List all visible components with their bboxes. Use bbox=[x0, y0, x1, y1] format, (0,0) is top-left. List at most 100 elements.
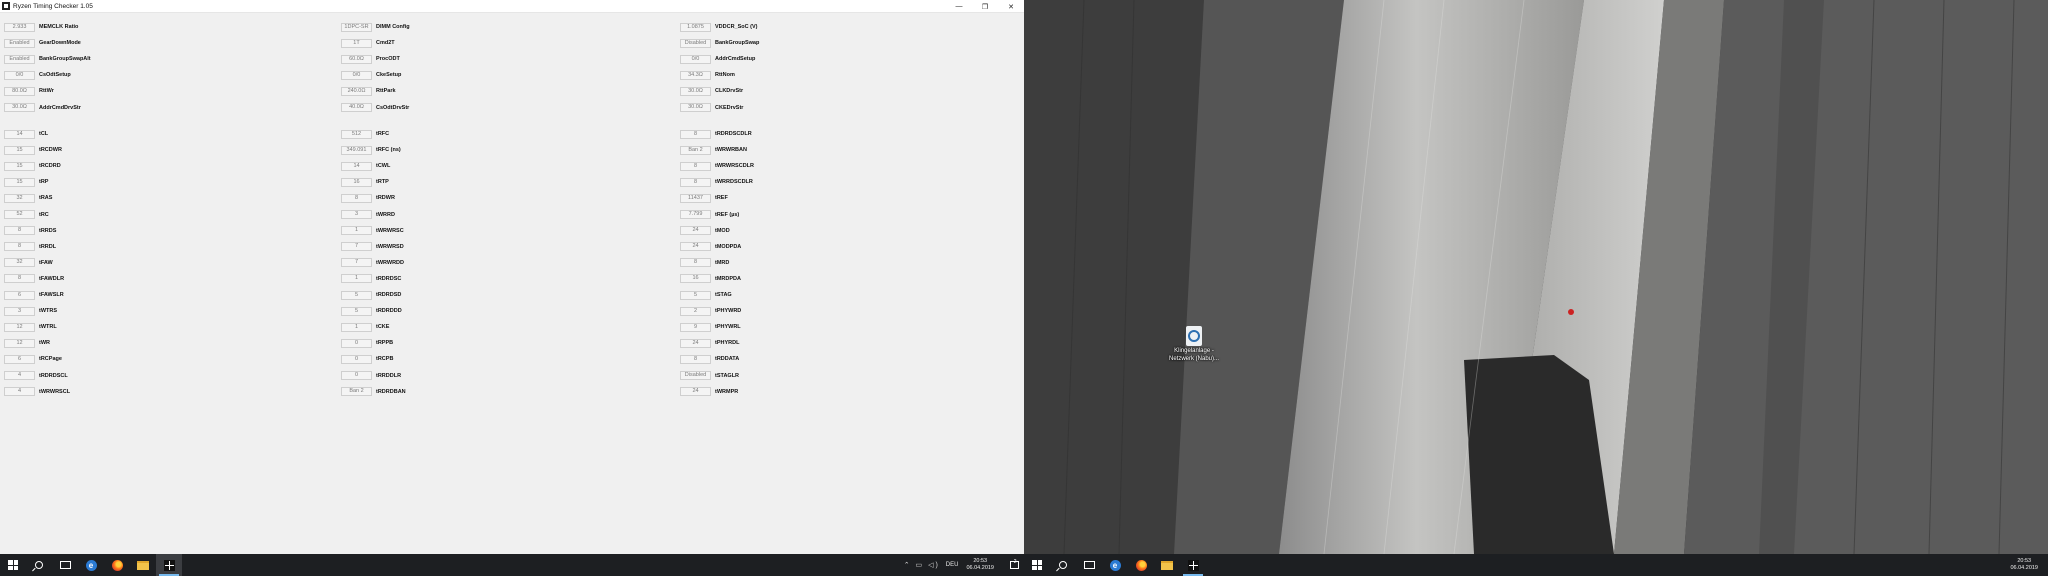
taskbar-explorer-2[interactable] bbox=[1154, 554, 1180, 576]
timing-value-field[interactable]: 2 bbox=[680, 306, 711, 316]
close-button[interactable]: ✕ bbox=[998, 0, 1024, 13]
timing-value-field[interactable]: 15 bbox=[4, 161, 35, 171]
timing-value-field[interactable]: Disabled bbox=[680, 371, 711, 381]
maximize-button[interactable]: ❐ bbox=[972, 0, 998, 13]
timing-value-field[interactable]: 32 bbox=[4, 258, 35, 268]
timing-value-field[interactable]: 60.0Ω bbox=[341, 54, 372, 64]
taskbar-edge[interactable]: e bbox=[78, 554, 104, 576]
timing-value-field[interactable]: 7 bbox=[341, 258, 372, 268]
timing-value-field[interactable]: 52 bbox=[4, 210, 35, 220]
timing-label: tFAWSLR bbox=[39, 292, 64, 299]
timing-value-field[interactable]: Ban 2 bbox=[341, 387, 372, 397]
timing-value-field[interactable]: 0/0 bbox=[341, 70, 372, 80]
timing-value-field[interactable]: 5 bbox=[680, 290, 711, 300]
timing-row: 14 tCL bbox=[4, 126, 91, 142]
timing-value-field[interactable]: 24 bbox=[680, 387, 711, 397]
timing-value-field[interactable]: Ban 2 bbox=[680, 145, 711, 155]
timing-value-field[interactable]: 24 bbox=[680, 242, 711, 252]
taskbar-ryzen-timing-checker-2[interactable] bbox=[1180, 554, 1206, 576]
timing-value-field[interactable]: 30.0Ω bbox=[680, 103, 711, 113]
timing-value-field[interactable]: 1DPC-SR bbox=[341, 22, 372, 32]
timing-label: DIMM Config bbox=[376, 24, 410, 31]
timing-value-field[interactable]: 240.0Ω bbox=[341, 86, 372, 96]
timing-value-field[interactable]: 11437 bbox=[680, 193, 711, 203]
taskbar-ryzen-timing-checker[interactable] bbox=[156, 554, 182, 576]
timing-value-field[interactable]: 16 bbox=[341, 177, 372, 187]
search-button-2[interactable] bbox=[1050, 554, 1076, 576]
timing-value-field[interactable]: 8 bbox=[680, 129, 711, 139]
taskbar-explorer[interactable] bbox=[130, 554, 156, 576]
timing-value-field[interactable]: 14 bbox=[341, 161, 372, 171]
timing-value-field[interactable]: 5 bbox=[341, 290, 372, 300]
task-view-button-2[interactable] bbox=[1076, 554, 1102, 576]
timing-value-field[interactable]: 15 bbox=[4, 177, 35, 187]
desktop-shortcut[interactable]: Klingelanlage - Netzwerk (Nabu)... bbox=[1164, 326, 1224, 363]
timing-value-field[interactable]: 12 bbox=[4, 322, 35, 332]
timing-value-field[interactable]: 3 bbox=[4, 306, 35, 316]
timing-value-field[interactable]: 0/0 bbox=[680, 54, 711, 64]
timing-value-field[interactable]: 512 bbox=[341, 129, 372, 139]
timing-value-field[interactable]: 1 bbox=[341, 322, 372, 332]
timing-value-field[interactable]: 0 bbox=[341, 354, 372, 364]
taskbar-edge-2[interactable]: e bbox=[1102, 554, 1128, 576]
timing-value-field[interactable]: 40.0Ω bbox=[341, 103, 372, 113]
windows-icon bbox=[8, 560, 18, 570]
timing-value-field[interactable]: 8 bbox=[680, 258, 711, 268]
timing-value-field[interactable]: Disabled bbox=[680, 38, 711, 48]
timing-value-field[interactable]: 8 bbox=[680, 161, 711, 171]
minimize-button[interactable]: — bbox=[946, 0, 972, 13]
timing-value-field[interactable]: 24 bbox=[680, 338, 711, 348]
timing-value-field[interactable]: 30.0Ω bbox=[4, 103, 35, 113]
clock[interactable]: 20:53 06.04.2019 bbox=[966, 558, 994, 572]
input-language[interactable]: DEU bbox=[946, 562, 959, 568]
task-view-button[interactable] bbox=[52, 554, 78, 576]
timing-value-field[interactable]: 0 bbox=[341, 371, 372, 381]
timing-value-field[interactable]: 24 bbox=[680, 226, 711, 236]
timing-value-field[interactable]: 12 bbox=[4, 338, 35, 348]
search-button[interactable] bbox=[26, 554, 52, 576]
timing-value-field[interactable]: 80.0Ω bbox=[4, 86, 35, 96]
timing-value-field[interactable]: 8 bbox=[341, 193, 372, 203]
taskbar-firefox[interactable] bbox=[104, 554, 130, 576]
timing-row: 32 tRAS bbox=[4, 190, 91, 206]
timing-value-field[interactable]: 1.0875 bbox=[680, 22, 711, 32]
timing-value-field[interactable]: 8 bbox=[4, 226, 35, 236]
timing-value-field[interactable]: 3 bbox=[341, 210, 372, 220]
timing-value-field[interactable]: 4 bbox=[4, 387, 35, 397]
timing-value-field[interactable]: 7 bbox=[341, 242, 372, 252]
tray-icons[interactable]: ⌃ ▭ ◁) bbox=[904, 561, 940, 569]
timing-value-field[interactable]: 1 bbox=[341, 274, 372, 284]
system-tray-2: 20:53 06.04.2019 bbox=[2010, 554, 2048, 576]
timing-value-field[interactable]: Enabled bbox=[4, 54, 35, 64]
title-bar[interactable]: Ryzen Timing Checker 1.05 — ❐ ✕ bbox=[0, 0, 1024, 13]
timing-value-field[interactable]: 32 bbox=[4, 193, 35, 203]
timing-value-field[interactable]: 8 bbox=[4, 242, 35, 252]
timing-value-field[interactable]: 1T bbox=[341, 38, 372, 48]
timing-value-field[interactable]: 8 bbox=[680, 177, 711, 187]
timing-value-field[interactable]: 5 bbox=[341, 306, 372, 316]
timing-value-field[interactable]: 8 bbox=[680, 354, 711, 364]
timing-value-field[interactable]: 4 bbox=[4, 371, 35, 381]
timing-value-field[interactable]: 8 bbox=[4, 274, 35, 284]
timing-value-field[interactable]: 14 bbox=[4, 129, 35, 139]
start-button[interactable] bbox=[0, 554, 26, 576]
start-button-2[interactable] bbox=[1024, 554, 1050, 576]
timing-value-field[interactable]: 15 bbox=[4, 145, 35, 155]
action-center-button[interactable]: 2 bbox=[1004, 554, 1024, 576]
timing-value-field[interactable]: 6 bbox=[4, 354, 35, 364]
timing-row: 0 tRPPB bbox=[341, 335, 410, 351]
timing-value-field[interactable]: 2.933 bbox=[4, 22, 35, 32]
timing-value-field[interactable]: 34.3Ω bbox=[680, 70, 711, 80]
timing-value-field[interactable]: 6 bbox=[4, 290, 35, 300]
timing-value-field[interactable]: 1 bbox=[341, 226, 372, 236]
timing-value-field[interactable]: 16 bbox=[680, 274, 711, 284]
timing-value-field[interactable]: 7.799 bbox=[680, 210, 711, 220]
timing-value-field[interactable]: 0 bbox=[341, 338, 372, 348]
timing-value-field[interactable]: 0/0 bbox=[4, 70, 35, 80]
timing-value-field[interactable]: 9 bbox=[680, 322, 711, 332]
timing-value-field[interactable]: 349.091 bbox=[341, 145, 372, 155]
taskbar-firefox-2[interactable] bbox=[1128, 554, 1154, 576]
clock-2[interactable]: 20:53 06.04.2019 bbox=[2010, 558, 2038, 572]
timing-value-field[interactable]: Enabled bbox=[4, 38, 35, 48]
timing-value-field[interactable]: 30.0Ω bbox=[680, 86, 711, 96]
